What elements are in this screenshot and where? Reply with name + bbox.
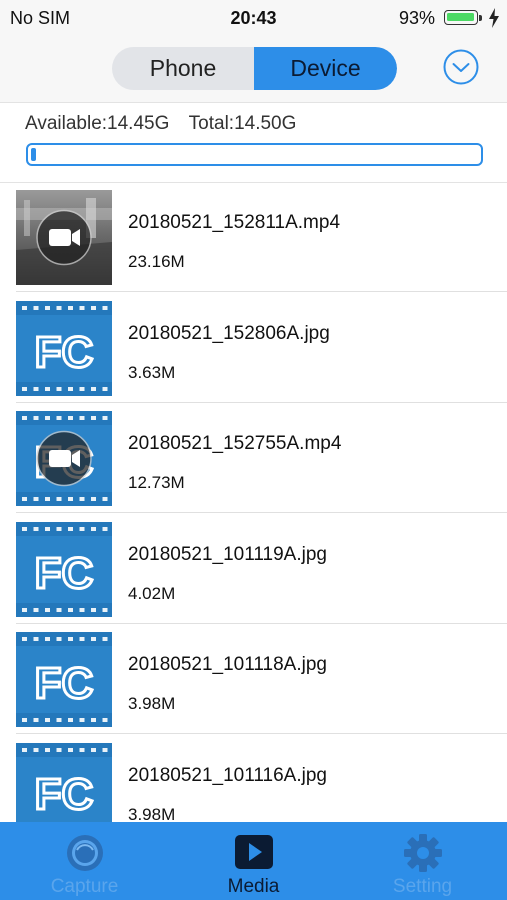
camera-lens-icon bbox=[67, 835, 103, 871]
file-name: 20180521_101118A.jpg bbox=[128, 654, 327, 675]
file-name: 20180521_152811A.mp4 bbox=[128, 212, 341, 233]
battery-percent: 93% bbox=[399, 8, 436, 28]
total-space: Total:14.50G bbox=[188, 113, 297, 134]
battery-icon bbox=[444, 10, 482, 25]
tab-media-label: Media bbox=[227, 876, 280, 897]
file-name: 20180521_101119A.jpg bbox=[128, 543, 327, 565]
charging-bolt-icon bbox=[489, 8, 499, 28]
file-size: 3.98M bbox=[128, 804, 176, 823]
file-size: 12.73M bbox=[128, 473, 185, 492]
fc-logo-thumbnail: FC bbox=[16, 632, 112, 727]
file-name: 20180521_152806A.jpg bbox=[128, 322, 330, 344]
status-bar: No SIM 20:43 93% bbox=[0, 0, 507, 36]
top-bar: Phone Device bbox=[0, 36, 507, 103]
tab-device[interactable]: Device bbox=[254, 47, 397, 90]
file-size: 4.02M bbox=[128, 583, 176, 603]
file-size: 3.98M bbox=[128, 694, 176, 713]
storage-info: Available:14.45G Total:14.50G bbox=[25, 113, 296, 135]
tab-capture[interactable]: Capture bbox=[0, 822, 169, 900]
fc-logo-thumbnail: FC bbox=[16, 300, 112, 396]
source-segmented-control: Phone Device bbox=[112, 47, 397, 90]
video-camera-icon bbox=[36, 430, 92, 487]
storage-panel: Available:14.45G Total:14.50G bbox=[0, 103, 507, 183]
video-camera-icon bbox=[36, 209, 92, 266]
chevron-down-circle-icon[interactable] bbox=[443, 49, 479, 85]
file-size: 3.63M bbox=[128, 362, 176, 382]
tab-capture-label: Capture bbox=[50, 876, 119, 897]
tab-phone[interactable]: Phone bbox=[112, 47, 254, 90]
list-item[interactable]: FC20180521_152755A.mp412.73M bbox=[0, 403, 507, 513]
fc-logo-text: FC bbox=[35, 328, 94, 377]
fc-logo-text: FC bbox=[35, 549, 94, 598]
file-name: 20180521_152755A.mp4 bbox=[128, 433, 342, 454]
fc-logo-text: FC bbox=[35, 659, 94, 708]
file-size: 23.16M bbox=[128, 252, 185, 271]
list-item[interactable]: FC 20180521_101119A.jpg 4.02M bbox=[0, 514, 507, 624]
tab-setting-label: Setting bbox=[392, 876, 453, 897]
play-icon bbox=[235, 835, 273, 869]
fc-logo-text: FC bbox=[35, 770, 94, 819]
list-item[interactable]: FC 20180521_101118A.jpg 3.98M bbox=[0, 624, 507, 734]
fc-logo-thumbnail: FC bbox=[16, 742, 112, 822]
tab-setting[interactable]: Setting bbox=[338, 822, 507, 900]
storage-usage-fill bbox=[31, 148, 36, 161]
storage-usage-bar bbox=[26, 143, 483, 166]
list-item[interactable]: FC 20180521_152806A.jpg 3.63M bbox=[0, 293, 507, 403]
list-item[interactable]: FC 20180521_101116A.jpg 3.98M bbox=[0, 735, 507, 823]
list-item[interactable]: 20180521_152811A.mp4 23.16M bbox=[0, 182, 507, 292]
available-space: Available:14.45G bbox=[25, 113, 170, 134]
gear-icon bbox=[404, 834, 442, 872]
fc-logo-thumbnail: FC bbox=[16, 521, 112, 617]
file-name: 20180521_101116A.jpg bbox=[128, 764, 327, 786]
tab-bar: Capture Media Setting bbox=[0, 822, 507, 900]
tab-media[interactable]: Media bbox=[169, 822, 338, 900]
file-list[interactable]: 20180521_152811A.mp4 23.16M FC 20180521_152… bbox=[0, 182, 507, 822]
